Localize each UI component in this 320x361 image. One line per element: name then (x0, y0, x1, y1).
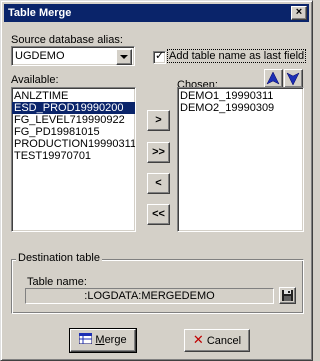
source-alias-select[interactable]: UGDEMO (11, 46, 135, 66)
move-down-button[interactable] (284, 69, 303, 88)
available-list-item[interactable]: FG_PD19981015 (12, 126, 135, 138)
checkmark-icon: ✓ (155, 50, 165, 62)
title-bar: Table Merge × (4, 4, 309, 22)
available-list-item[interactable]: FG_LEVEL719990922 (12, 114, 135, 126)
available-label: Available: (11, 74, 59, 86)
chosen-list[interactable]: DEMO1_19990311 DEMO2_19990309 (177, 87, 304, 232)
remove-one-button[interactable]: < (147, 173, 170, 194)
close-icon: × (295, 6, 303, 18)
available-list-item[interactable]: PRODUCTION19990311 (12, 138, 135, 150)
window-title: Table Merge (8, 7, 72, 19)
chosen-list-item[interactable]: DEMO1_19990311 (178, 90, 303, 102)
chevron-down-icon (120, 55, 128, 59)
table-name-field: :LOGDATA:MERGEDEMO (25, 288, 274, 304)
available-list[interactable]: ANLZTIME ESD_PROD19990200 FG_LEVEL71999092… (11, 87, 136, 232)
dropdown-button[interactable] (116, 49, 132, 65)
destination-group-label: Destination table (16, 252, 102, 264)
table-merge-icon (78, 332, 93, 345)
floppy-disk-icon (282, 290, 293, 301)
add-table-name-checkbox[interactable]: ✓ (153, 50, 166, 64)
available-list-item[interactable]: TEST19970701 (12, 150, 135, 162)
source-alias-value: UGDEMO (15, 50, 65, 62)
table-merge-dialog: Table Merge × Source database alias: UGD… (0, 0, 313, 361)
remove-all-button[interactable]: << (147, 204, 170, 225)
merge-button[interactable]: Merge (69, 328, 137, 353)
close-button[interactable]: × (291, 6, 307, 20)
x-icon: ✕ (192, 332, 204, 347)
add-all-button[interactable]: >> (147, 142, 170, 163)
arrow-up-icon (266, 71, 280, 85)
table-name-label: Table name: (27, 276, 87, 288)
cancel-button[interactable]: ✕ Cancel (184, 329, 250, 352)
add-table-name-label[interactable]: Add table name as last field (167, 49, 307, 63)
source-alias-label: Source database alias: (11, 34, 123, 46)
add-one-button[interactable]: > (147, 110, 170, 131)
available-list-item[interactable]: ANLZTIME (12, 90, 135, 102)
move-up-button[interactable] (264, 69, 283, 88)
arrow-down-icon (286, 72, 300, 86)
save-table-button[interactable] (279, 287, 296, 304)
available-list-item[interactable]: ESD_PROD19990200 (12, 102, 135, 114)
chosen-list-item[interactable]: DEMO2_19990309 (178, 102, 303, 114)
